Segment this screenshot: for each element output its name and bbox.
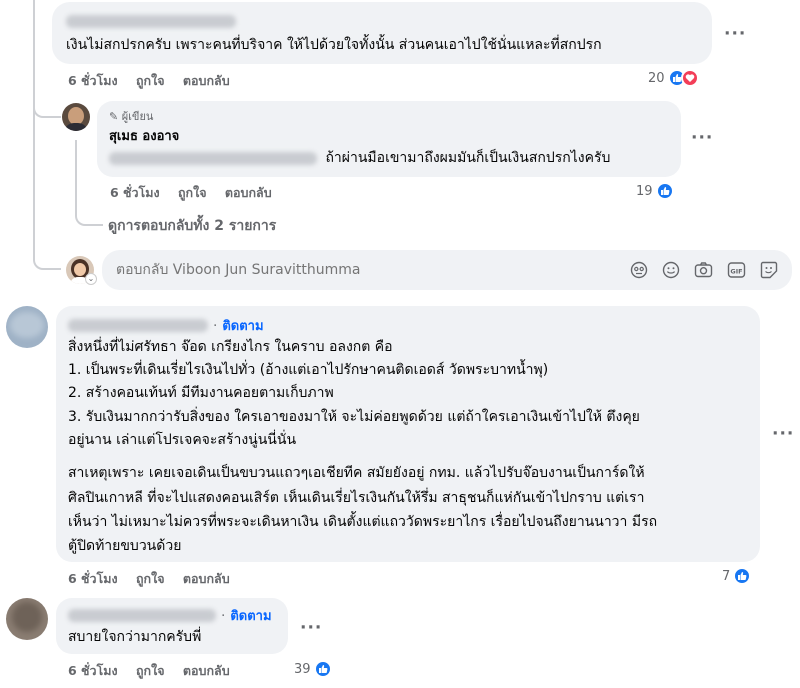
sticker-icon[interactable] [760,261,778,283]
thread-connector [33,240,61,270]
follow-button[interactable]: ติดตาม [222,319,263,334]
reaction-count: 7 [722,568,731,584]
reaction-count: 39 [294,661,311,677]
more-options-icon[interactable]: ··· [691,128,713,148]
pencil-icon: ✎ [109,110,119,123]
author-name-blurred[interactable] [66,11,236,30]
comment-line: เห็นว่า ไม่เหมาะไม่ควรที่พระจะเดินหาเงิน… [68,514,658,530]
comment-bubble: · ติดตาม สบายใจกว่ามากครับพี่ [56,598,288,654]
reply-button[interactable]: ตอบกลับ [183,73,230,88]
thread-connector [33,90,61,118]
reaction-count: 20 [648,70,665,86]
svg-text:GIF: GIF [730,267,742,275]
reply-bubble: ✎ ผู้เขียน สุเมธ องอาจ ถ้าผ่านมือเขามาถึ… [97,101,681,177]
like-button[interactable]: ถูกใจ [136,571,165,586]
like-button[interactable]: ถูกใจ [136,73,165,88]
reaction-count: 19 [636,183,653,199]
comment-text: เงินไม่สกปรกครับ เพราะคนที่บริจาค ให้ไปด… [66,37,602,53]
comment-line: ตู้ปิดท้ายขบวนด้วย [68,538,182,554]
reaction-summary[interactable]: 19 [636,182,674,200]
follow-button[interactable]: ติดตาม [230,609,271,624]
comment-line: ศิลปินเกาหลี ที่จะไปแสดงคอนเสิร์ต เห็นเด… [68,490,645,506]
reply-input-container: GIF [102,250,792,290]
reaction-summary[interactable]: 7 [722,567,752,585]
more-options-icon[interactable]: ··· [300,618,322,638]
timestamp[interactable]: 6 ชั่วโมง [110,185,160,200]
timestamp[interactable]: 6 ชั่วโมง [68,663,118,678]
like-icon [655,182,674,200]
comment-bubble: เงินไม่สกปรกครับ เพราะคนที่บริจาค ให้ไปด… [52,2,712,64]
like-icon [313,660,332,678]
reply-button[interactable]: ตอบกลับ [225,185,272,200]
view-replies-link[interactable]: ดูการตอบกลับทั้ง 2 รายการ [108,215,276,237]
comment-line: อยู่นาน เล่าแต่โปรเจคจะสร้างนู่นนี่นั่น [68,432,297,448]
avatar[interactable] [62,103,90,131]
more-options-icon[interactable]: ··· [724,24,746,44]
author-badge: ✎ ผู้เขียน [109,110,154,123]
emoji-icon[interactable] [662,261,680,283]
avatar-sticker-icon[interactable] [630,261,648,283]
comment-header: · ติดตาม [68,605,272,626]
reaction-summary[interactable]: 39 [294,660,332,678]
avatar[interactable] [6,306,48,348]
author-name[interactable]: สุเมธ องอาจ [109,125,179,146]
reply-button[interactable]: ตอบกลับ [183,663,230,678]
reply-button[interactable]: ตอบกลับ [183,571,230,586]
reaction-summary[interactable]: 20 [648,69,699,87]
comment-line: 3. รับเงินมากกว่ารับสิ่งของ ใครเอาของมาใ… [68,409,640,425]
comment-line: 1. เป็นพระที่เดินเรี่ยไรเงินไปทั่ว (อ้าง… [68,362,549,378]
comment-line: 2. สร้างคอนเท้นท์ มีทีมงานคอยตามเก็บภาพ [68,385,334,401]
comment-line: สิ่งหนึ่งที่ไม่ศรัทธา จ๊อด เกรียงไกร ในค… [68,339,393,355]
gif-icon[interactable]: GIF [727,261,746,283]
comment-header: · ติดตาม [68,315,264,336]
more-options-icon[interactable]: ··· [772,424,794,444]
reply-input[interactable] [114,258,614,282]
like-button[interactable]: ถูกใจ [178,185,207,200]
comment-line: สาเหตุเพราะ เคยเจอเดินเป็นขบวนแถวๆเอเชีย… [68,465,645,481]
heart-icon [680,69,699,87]
reply-input-tools: GIF [630,261,778,283]
avatar[interactable] [6,598,48,640]
camera-icon[interactable] [694,261,713,283]
author-name-blurred[interactable] [68,319,208,332]
comment-meta: 6 ชั่วโมง ถูกใจ ตอบกลับ [68,569,244,589]
like-button[interactable]: ถูกใจ [136,663,165,678]
avatar-chevron-icon[interactable]: ⌄ [85,273,97,285]
mention-blurred[interactable] [109,151,317,165]
timestamp[interactable]: 6 ชั่วโมง [68,73,118,88]
comment-meta: 6 ชั่วโมง ถูกใจ ตอบกลับ [68,661,244,681]
comment-meta: 6 ชั่วโมง ถูกใจ ตอบกลับ [68,71,244,91]
comment-text: สบายใจกว่ามากครับพี่ [68,629,202,645]
like-icon [733,567,752,585]
reply-meta: 6 ชั่วโมง ถูกใจ ตอบกลับ [110,183,286,203]
comment-bubble: · ติดตาม สิ่งหนึ่งที่ไม่ศรัทธา จ๊อด เกรี… [56,306,760,562]
timestamp[interactable]: 6 ชั่วโมง [68,571,118,586]
thread-line [33,0,35,260]
author-name-blurred[interactable] [68,609,216,622]
reply-text: ถ้าผ่านมือเขามาถึงผมมันก็เป็นเงินสกปรกไง… [109,146,610,170]
